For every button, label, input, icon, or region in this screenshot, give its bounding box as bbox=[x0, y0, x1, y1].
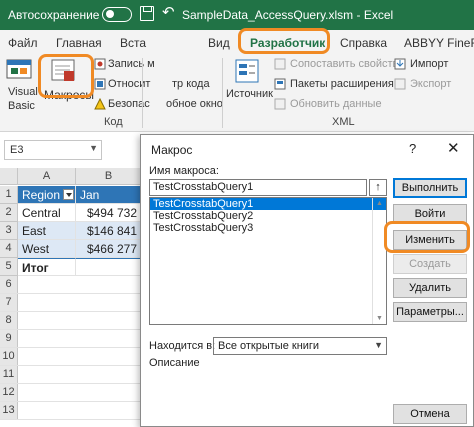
developer-tab-highlight bbox=[238, 28, 330, 54]
filter-dropdown-icon[interactable] bbox=[63, 189, 75, 200]
description-label: Описание bbox=[149, 357, 200, 369]
macro-security-label[interactable]: Безопас bbox=[108, 98, 150, 110]
empty-row[interactable] bbox=[0, 402, 140, 420]
run-button[interactable]: Выполнить bbox=[393, 178, 467, 198]
table-cell[interactable]: Итог bbox=[18, 258, 76, 276]
addins-line-1[interactable]: тр кода bbox=[172, 78, 210, 90]
record-macro-icon[interactable] bbox=[94, 58, 106, 70]
edit-button-highlight bbox=[384, 221, 470, 253]
save-icon[interactable] bbox=[140, 6, 154, 21]
empty-row[interactable] bbox=[0, 384, 140, 402]
row-header[interactable]: 1 bbox=[0, 186, 18, 204]
list-item[interactable]: TestCrosstabQuery1 bbox=[150, 198, 386, 210]
table-cell[interactable]: East bbox=[18, 222, 76, 240]
row-header[interactable]: 3 bbox=[0, 222, 18, 240]
row-header[interactable]: 5 bbox=[0, 258, 18, 276]
tab-abbyy[interactable]: ABBYY FineRe bbox=[404, 36, 474, 50]
visual-basic-label-1[interactable]: Visual bbox=[8, 86, 38, 98]
map-properties-label[interactable]: Сопоставить свойства bbox=[290, 58, 404, 70]
autosave-label: Автосохранение bbox=[8, 8, 100, 22]
cell-text: Region bbox=[22, 188, 61, 202]
options-button[interactable]: Параметры... bbox=[393, 302, 467, 322]
empty-row[interactable] bbox=[0, 366, 140, 384]
chevron-down-icon[interactable]: ▼ bbox=[374, 340, 383, 350]
ribbon-tabs: Файл Главная Вста Вид Разработчик Справк… bbox=[0, 30, 474, 54]
chevron-down-icon[interactable]: ▼ bbox=[89, 143, 98, 153]
toggle-knob bbox=[106, 10, 114, 18]
import-icon[interactable] bbox=[394, 58, 406, 70]
relative-refs-label[interactable]: Относит bbox=[108, 78, 150, 90]
xml-source-label[interactable]: Источник bbox=[226, 88, 273, 100]
autosave-toggle[interactable] bbox=[102, 7, 132, 22]
table-cell[interactable]: $494 732 bbox=[76, 204, 142, 222]
delete-button[interactable]: Удалить bbox=[393, 278, 467, 298]
table-cell[interactable]: West bbox=[18, 240, 76, 258]
name-box[interactable]: E3 ▼ bbox=[4, 140, 102, 160]
map-properties-icon[interactable] bbox=[274, 58, 286, 70]
code-group-label: Код bbox=[104, 116, 123, 128]
expansion-packs-label[interactable]: Пакеты расширения bbox=[290, 78, 394, 90]
tab-file[interactable]: Файл bbox=[8, 36, 38, 50]
refresh-data-icon[interactable] bbox=[274, 98, 286, 110]
warning-icon[interactable] bbox=[94, 98, 106, 110]
cancel-button[interactable]: Отмена bbox=[393, 404, 467, 424]
table-cell[interactable]: $466 277 bbox=[76, 240, 142, 258]
refresh-data-label[interactable]: Обновить данные bbox=[290, 98, 382, 110]
export-label[interactable]: Экспорт bbox=[410, 78, 451, 90]
list-scrollbar[interactable] bbox=[372, 198, 386, 324]
xml-group-label: XML bbox=[332, 116, 355, 128]
macros-button-highlight bbox=[38, 54, 94, 98]
macro-dialog: Макрос ? ✕ Имя макроса: TestCrosstabQuer… bbox=[140, 134, 474, 427]
row-header[interactable]: 4 bbox=[0, 240, 18, 258]
help-icon[interactable]: ? bbox=[409, 141, 416, 156]
macro-name-input[interactable]: TestCrosstabQuery1 bbox=[149, 179, 367, 196]
create-button[interactable]: Создать bbox=[393, 254, 467, 274]
xml-source-icon[interactable] bbox=[234, 58, 260, 84]
record-macro-label[interactable]: Запись м bbox=[108, 58, 155, 70]
title-bar: Автосохранение ↶ SampleData_AccessQuery.… bbox=[0, 0, 474, 30]
location-value: Все открытые книги bbox=[218, 340, 320, 352]
row-header[interactable]: 2 bbox=[0, 204, 18, 222]
visual-basic-icon[interactable] bbox=[6, 58, 32, 80]
table-cell[interactable] bbox=[76, 258, 142, 276]
tab-insert[interactable]: Вста bbox=[120, 36, 146, 50]
list-item[interactable]: TestCrosstabQuery2 bbox=[150, 210, 386, 222]
group-divider bbox=[222, 58, 223, 128]
tab-help[interactable]: Справка bbox=[340, 36, 387, 50]
empty-row[interactable] bbox=[0, 348, 140, 366]
visual-basic-label-2[interactable]: Basic bbox=[8, 100, 35, 112]
dialog-title: Макрос bbox=[151, 143, 193, 157]
column-header-b[interactable]: B bbox=[76, 168, 142, 185]
table-cell[interactable]: Central bbox=[18, 204, 76, 222]
group-divider bbox=[142, 58, 143, 128]
empty-row[interactable] bbox=[0, 330, 140, 348]
location-select[interactable]: Все открытые книги ▼ bbox=[213, 337, 387, 355]
import-label[interactable]: Импорт bbox=[410, 58, 448, 70]
close-icon[interactable]: ✕ bbox=[447, 139, 460, 157]
upload-arrow-icon[interactable]: ↑ bbox=[369, 179, 387, 196]
empty-row[interactable] bbox=[0, 294, 140, 312]
table-cell[interactable]: Jan bbox=[76, 186, 142, 204]
name-box-value: E3 bbox=[10, 144, 24, 156]
relative-refs-icon[interactable] bbox=[94, 78, 106, 90]
list-item[interactable]: TestCrosstabQuery3 bbox=[150, 222, 386, 234]
expansion-packs-icon[interactable] bbox=[274, 78, 286, 90]
window-title: SampleData_AccessQuery.xlsm - Excel bbox=[182, 8, 394, 22]
location-label: Находится в: bbox=[149, 340, 216, 352]
export-icon[interactable] bbox=[394, 78, 406, 90]
table-cell[interactable]: Region bbox=[18, 186, 76, 204]
tab-home[interactable]: Главная bbox=[56, 36, 102, 50]
empty-row[interactable] bbox=[0, 276, 140, 294]
column-header-a[interactable]: A bbox=[18, 168, 76, 185]
macro-name-label: Имя макроса: bbox=[149, 165, 219, 177]
undo-icon[interactable]: ↶ bbox=[162, 3, 175, 21]
addins-line-2[interactable]: обное окно bbox=[166, 98, 223, 110]
tab-view[interactable]: Вид bbox=[208, 36, 230, 50]
macro-list[interactable]: TestCrosstabQuery1 TestCrosstabQuery2 Te… bbox=[149, 197, 387, 325]
select-all-corner[interactable] bbox=[0, 168, 18, 185]
empty-row[interactable] bbox=[0, 312, 140, 330]
table-cell[interactable]: $146 841 bbox=[76, 222, 142, 240]
